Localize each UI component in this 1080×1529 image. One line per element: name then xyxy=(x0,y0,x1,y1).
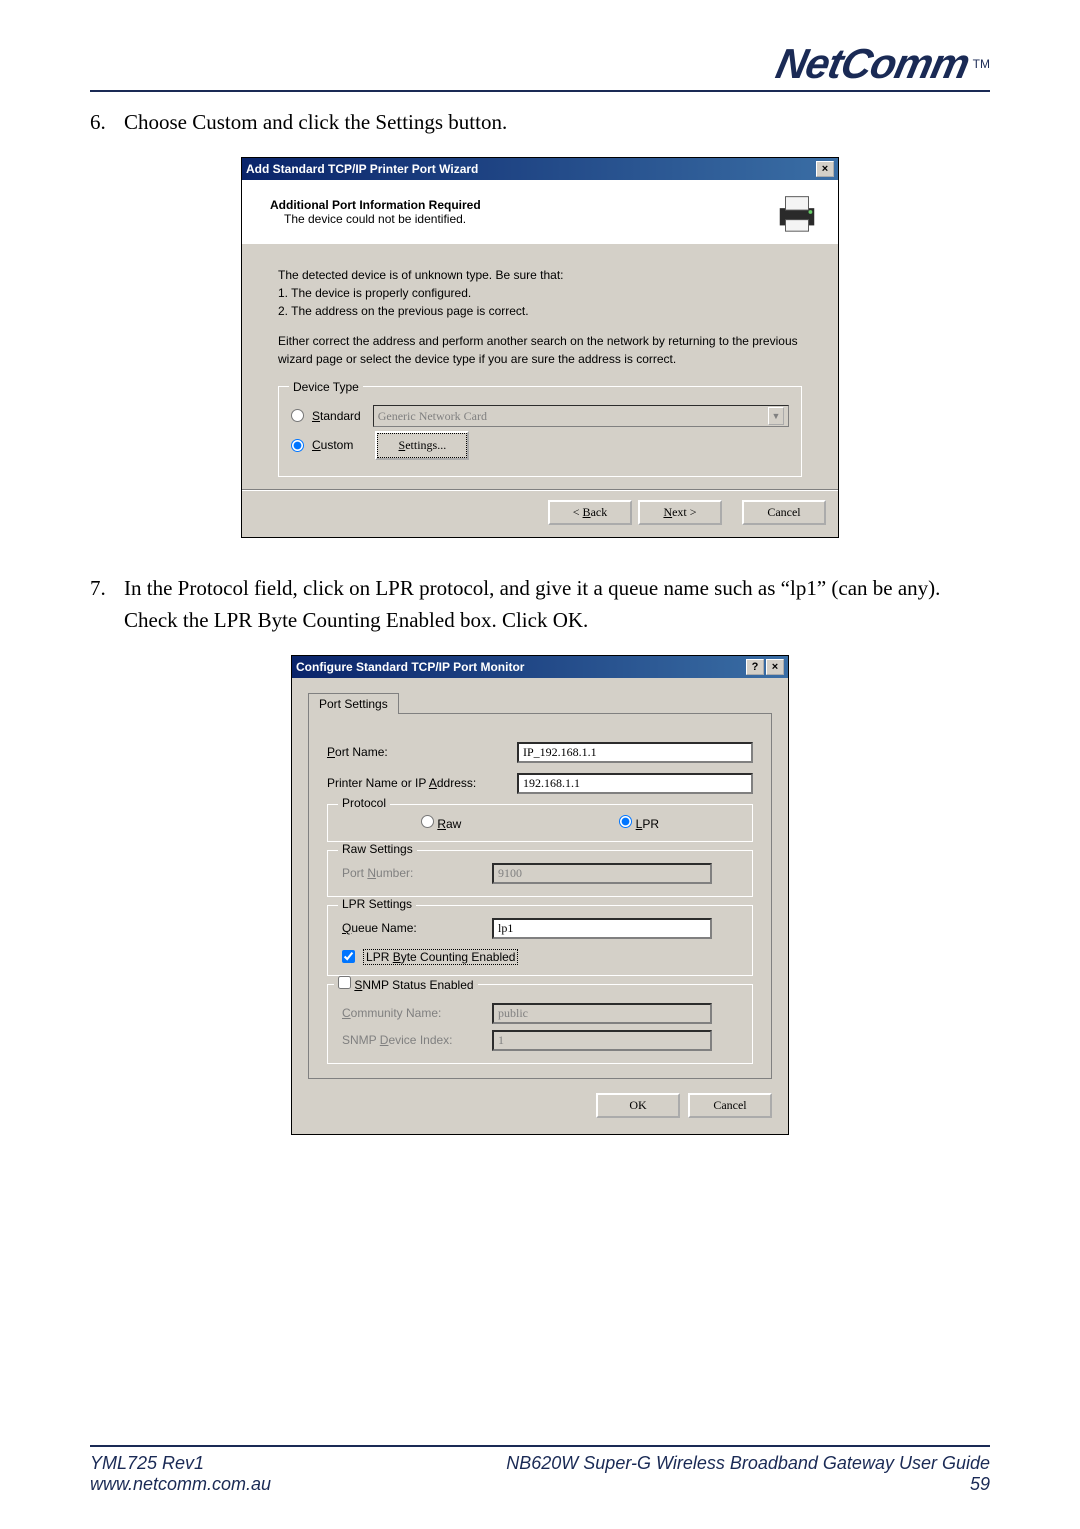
radio-custom-label: Custom xyxy=(312,436,353,454)
radio-standard-label: Standard xyxy=(312,407,361,425)
wizard-bullet-1: 1. The device is properly configured. xyxy=(278,284,802,302)
radio-raw-row[interactable]: Raw xyxy=(421,815,461,831)
step-7-text: In the Protocol field, click on LPR prot… xyxy=(124,576,940,633)
portmon-body: Port Settings Port Name: Printer Name or… xyxy=(292,678,788,1134)
port-number-label: Port Number: xyxy=(342,866,492,880)
wizard-para-2: Either correct the address and perform a… xyxy=(278,332,802,368)
port-settings-panel: Port Name: Printer Name or IP Address: P… xyxy=(308,713,772,1079)
radio-custom-row[interactable]: Custom Settings... xyxy=(291,433,789,458)
port-monitor-dialog: Configure Standard TCP/IP Port Monitor ?… xyxy=(291,655,789,1135)
footer-page-number: 59 xyxy=(506,1474,990,1495)
protocol-legend: Protocol xyxy=(338,796,390,810)
community-name-label: Community Name: xyxy=(342,1006,492,1020)
cancel-button[interactable]: Cancel xyxy=(688,1093,772,1118)
step-7: 7.In the Protocol field, click on LPR pr… xyxy=(90,572,990,637)
radio-custom[interactable] xyxy=(291,439,304,452)
wizard-body: The detected device is of unknown type. … xyxy=(242,244,838,489)
radio-standard[interactable] xyxy=(291,409,304,422)
snmp-device-index-input xyxy=(492,1030,712,1051)
lpr-byte-counting-checkbox[interactable] xyxy=(342,950,355,963)
step-6: 6.Choose Custom and click the Settings b… xyxy=(90,106,990,139)
footer-revision: YML725 Rev1 xyxy=(90,1453,271,1474)
step-6-number: 6. xyxy=(90,106,124,139)
footer-title: NB620W Super-G Wireless Broadband Gatewa… xyxy=(506,1453,990,1474)
chevron-down-icon[interactable]: ▼ xyxy=(768,407,784,425)
snmp-status-checkbox[interactable] xyxy=(338,976,351,989)
next-button[interactable]: Next > xyxy=(638,500,722,525)
printer-icon xyxy=(774,190,820,234)
lpr-settings-groupbox: LPR Settings Queue Name: LPR Byte Counti… xyxy=(327,905,753,976)
device-type-legend: Device Type xyxy=(289,378,363,396)
step-7-number: 7. xyxy=(90,572,124,605)
back-button[interactable]: < Back xyxy=(548,500,632,525)
footer-url: www.netcomm.com.au xyxy=(90,1474,271,1495)
trademark: TM xyxy=(973,57,990,71)
portmon-button-bar: OK Cancel xyxy=(308,1079,772,1118)
help-icon[interactable]: ? xyxy=(746,659,764,675)
wizard-header-band: Additional Port Information Required The… xyxy=(242,180,838,244)
queue-name-input[interactable] xyxy=(492,918,712,939)
wizard-bullet-2: 2. The address on the previous page is c… xyxy=(278,302,802,320)
port-name-input[interactable] xyxy=(517,742,753,763)
header-rule xyxy=(90,90,990,92)
printer-port-wizard-dialog: Add Standard TCP/IP Printer Port Wizard … xyxy=(241,157,839,538)
close-icon[interactable]: × xyxy=(766,659,784,675)
settings-button[interactable]: Settings... xyxy=(377,433,467,458)
footer-rule xyxy=(90,1445,990,1447)
close-icon[interactable]: × xyxy=(816,161,834,177)
portmon-title: Configure Standard TCP/IP Port Monitor xyxy=(296,660,744,674)
snmp-status-label: SNMP Status Enabled xyxy=(354,978,473,992)
snmp-device-index-label: SNMP Device Index: xyxy=(342,1033,492,1047)
printer-address-input[interactable] xyxy=(517,773,753,794)
radio-lpr-row[interactable]: LPR xyxy=(619,815,659,831)
cancel-button[interactable]: Cancel xyxy=(742,500,826,525)
raw-settings-legend: Raw Settings xyxy=(338,842,417,856)
page-footer: YML725 Rev1 www.netcomm.com.au NB620W Su… xyxy=(90,1445,990,1495)
wizard-para-1: The detected device is of unknown type. … xyxy=(278,266,802,284)
lpr-byte-counting-row[interactable]: LPR Byte Counting Enabled xyxy=(342,949,738,965)
raw-settings-groupbox: Raw Settings Port Number: xyxy=(327,850,753,897)
portmon-titlebar[interactable]: Configure Standard TCP/IP Port Monitor ?… xyxy=(292,656,788,678)
wizard-header-subtitle: The device could not be identified. xyxy=(284,212,774,226)
port-settings-tab[interactable]: Port Settings xyxy=(308,693,399,714)
protocol-groupbox: Protocol Raw LPR xyxy=(327,804,753,842)
radio-raw[interactable] xyxy=(421,815,434,828)
lpr-settings-legend: LPR Settings xyxy=(338,897,416,911)
snmp-legend-wrap: SNMP Status Enabled xyxy=(334,976,478,992)
radio-lpr[interactable] xyxy=(619,815,632,828)
brand-logo: NetComm xyxy=(772,40,974,88)
device-type-groupbox: Device Type Standard Generic Network Car… xyxy=(278,386,802,477)
printer-address-row: Printer Name or IP Address: xyxy=(327,773,753,794)
port-name-label: Port Name: xyxy=(327,745,517,759)
lpr-byte-counting-label: LPR Byte Counting Enabled xyxy=(363,949,518,965)
printer-address-label: Printer Name or IP Address: xyxy=(327,776,517,790)
community-name-input xyxy=(492,1003,712,1024)
wizard-title: Add Standard TCP/IP Printer Port Wizard xyxy=(246,162,814,176)
wizard-button-bar: < Back Next > Cancel xyxy=(242,489,838,537)
ok-button[interactable]: OK xyxy=(596,1093,680,1118)
step-6-text: Choose Custom and click the Settings but… xyxy=(124,110,507,134)
radio-standard-row[interactable]: Standard Generic Network Card ▼ xyxy=(291,405,789,427)
wizard-titlebar[interactable]: Add Standard TCP/IP Printer Port Wizard … xyxy=(242,158,838,180)
device-type-combo[interactable]: Generic Network Card ▼ xyxy=(373,405,789,427)
wizard-header-title: Additional Port Information Required xyxy=(270,198,774,212)
combo-value: Generic Network Card xyxy=(378,407,487,425)
port-number-input xyxy=(492,863,712,884)
snmp-groupbox: SNMP Status Enabled Community Name: SNMP… xyxy=(327,984,753,1064)
queue-name-label: Queue Name: xyxy=(342,921,492,935)
port-name-row: Port Name: xyxy=(327,742,753,763)
header-logo-row: NetCommTM xyxy=(90,40,990,88)
